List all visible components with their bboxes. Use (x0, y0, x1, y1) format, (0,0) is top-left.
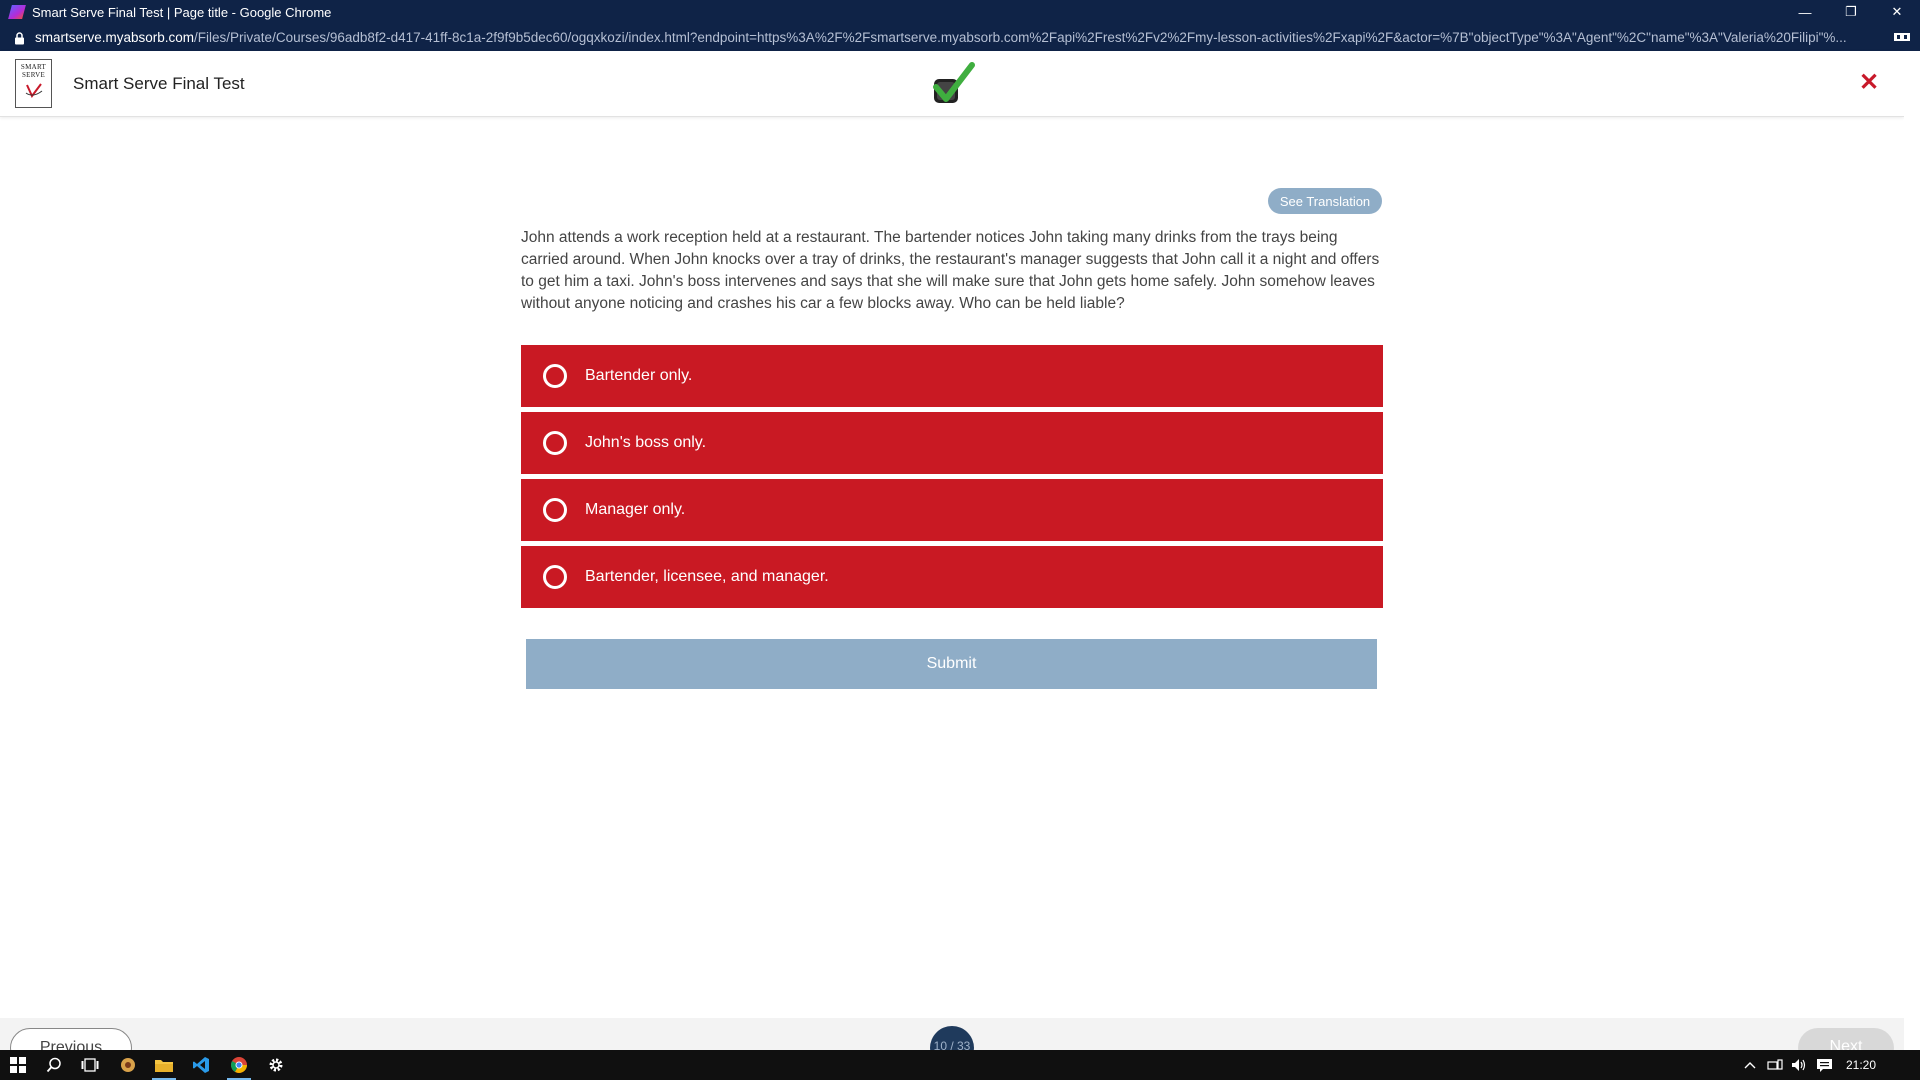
restore-button[interactable]: ❐ (1828, 0, 1874, 24)
window-title: Smart Serve Final Test | Page title - Go… (32, 4, 332, 20)
logo-text-line2: SERVE (21, 71, 46, 79)
notifications-button[interactable] (1812, 1050, 1836, 1080)
logo-mark-icon (25, 83, 42, 98)
chevron-up-icon (1744, 1062, 1756, 1069)
address-bar[interactable]: smartserve.myabsorb.com/Files/Private/Co… (0, 24, 1920, 51)
answer-label: Bartender, licensee, and manager. (585, 568, 829, 585)
checkmark-icon (933, 62, 975, 103)
app-icon (8, 5, 26, 19)
start-button[interactable] (0, 1050, 36, 1080)
task-view-button[interactable] (72, 1050, 108, 1080)
minimize-button[interactable]: — (1782, 0, 1828, 24)
answer-option-3[interactable]: Manager only. (521, 479, 1383, 541)
submit-button[interactable]: Submit (526, 639, 1377, 689)
radio-button-icon[interactable] (543, 431, 567, 455)
course-title: Smart Serve Final Test (73, 74, 245, 93)
folder-icon (155, 1060, 173, 1072)
task-view-icon (81, 1058, 99, 1072)
answer-option-4[interactable]: Bartender, licensee, and manager. (521, 546, 1383, 608)
see-translation-button[interactable]: See Translation (1268, 188, 1382, 214)
restore-icon: ❐ (1845, 4, 1857, 19)
speaker-icon (1792, 1059, 1806, 1071)
course-header: SMART SERVE Smart Serve Final Test ✕ (0, 51, 1904, 117)
logo-text-line1: SMART (20, 63, 47, 71)
network-tray-button[interactable] (1764, 1050, 1786, 1080)
app-icon (121, 1058, 135, 1072)
chrome-icon (231, 1057, 247, 1073)
volume-tray-button[interactable] (1788, 1050, 1810, 1080)
close-course-button[interactable]: ✕ (1854, 67, 1884, 97)
scrollbar-track[interactable] (1904, 51, 1920, 1050)
url-path: /Files/Private/Courses/96adb8f2-d417-41f… (194, 30, 1847, 45)
minimize-icon: — (1798, 4, 1812, 20)
answer-label: Bartender only. (585, 367, 693, 384)
message-icon (1816, 1058, 1832, 1072)
close-icon: ✕ (1891, 4, 1903, 19)
vscode-icon (193, 1057, 209, 1073)
lock-icon (12, 31, 26, 45)
network-icon (1767, 1059, 1783, 1070)
taskbar-chrome[interactable] (221, 1050, 257, 1080)
tray-overflow-button[interactable] (1738, 1050, 1762, 1080)
browser-title-bar: Smart Serve Final Test | Page title - Go… (0, 0, 1920, 24)
search-icon (46, 1057, 61, 1073)
gear-icon (269, 1058, 283, 1072)
search-button[interactable] (36, 1050, 72, 1080)
url-host: smartserve.myabsorb.com (35, 30, 195, 45)
close-icon: ✕ (1858, 68, 1880, 96)
screen: Smart Serve Final Test | Page title - Go… (0, 0, 1920, 1080)
answer-option-1[interactable]: Bartender only. (521, 345, 1383, 407)
taskbar-settings[interactable] (258, 1050, 294, 1080)
answer-options: Bartender only. John's boss only. Manage… (521, 345, 1383, 613)
close-window-button[interactable]: ✕ (1874, 0, 1920, 24)
taskbar-vscode[interactable] (183, 1050, 219, 1080)
smart-serve-logo: SMART SERVE (15, 59, 52, 108)
taskbar-clock[interactable]: 21:20 (1846, 1050, 1876, 1080)
windows-taskbar: 21:20 (0, 1050, 1920, 1080)
answer-option-2[interactable]: John's boss only. (521, 412, 1383, 474)
extension-icon[interactable] (1894, 30, 1910, 44)
lesson-navigation: Previous 10 / 33 Next (0, 1018, 1904, 1070)
taskbar-app-1[interactable] (110, 1050, 146, 1080)
radio-button-icon[interactable] (543, 565, 567, 589)
taskbar-file-explorer[interactable] (146, 1050, 182, 1080)
question-text: John attends a work reception held at a … (521, 229, 1380, 312)
radio-button-icon[interactable] (543, 364, 567, 388)
answer-label: John's boss only. (585, 434, 707, 451)
windows-logo-icon (10, 1057, 26, 1073)
answer-label: Manager only. (585, 501, 686, 518)
radio-button-icon[interactable] (543, 498, 567, 522)
